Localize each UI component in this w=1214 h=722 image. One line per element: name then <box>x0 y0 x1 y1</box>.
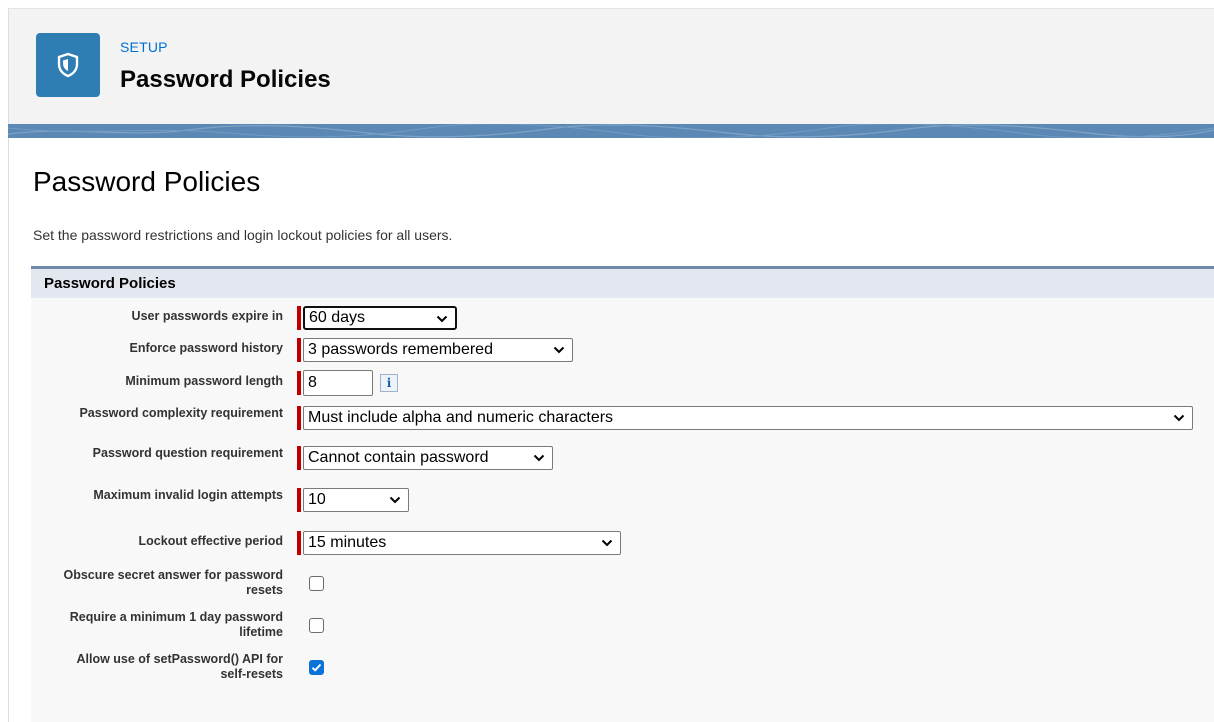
content-card: Password Policies Set the password restr… <box>8 138 1214 722</box>
chevron-down-icon <box>533 454 545 462</box>
setup-eyebrow[interactable]: SETUP <box>120 39 168 55</box>
select-value: 15 minutes <box>308 534 387 551</box>
select-value: Must include alpha and numeric character… <box>308 409 614 426</box>
field-label: Minimum password length <box>125 374 283 388</box>
field-label: Require a minimum 1 day password lifetim… <box>69 610 283 639</box>
required-marker <box>297 371 301 395</box>
header-title: Password Policies <box>120 66 331 93</box>
info-icon[interactable]: i <box>380 374 398 392</box>
field-label: Lockout effective period <box>138 534 283 548</box>
field-label: User passwords expire in <box>131 309 283 323</box>
select-value: Cannot contain password <box>308 449 489 466</box>
expire-select[interactable]: 60 days <box>303 306 457 330</box>
required-marker <box>297 338 301 362</box>
chevron-down-icon <box>601 539 613 547</box>
field-label: Obscure secret answer for password reset… <box>63 568 283 597</box>
field-label: Password complexity requirement <box>79 406 283 420</box>
chevron-down-icon <box>553 346 565 354</box>
chevron-down-icon <box>436 315 448 323</box>
max-invalid-select[interactable]: 10 <box>303 488 409 512</box>
chevron-down-icon <box>1173 414 1185 422</box>
field-label: Maximum invalid login attempts <box>93 488 283 502</box>
select-value: 3 passwords remembered <box>308 341 493 358</box>
question-select[interactable]: Cannot contain password <box>303 446 553 470</box>
required-marker <box>297 446 301 470</box>
field-label: Enforce password history <box>129 341 283 355</box>
required-marker <box>297 306 301 330</box>
shield-icon <box>36 33 100 97</box>
setup-header: SETUP Password Policies <box>8 8 1214 125</box>
lockout-select[interactable]: 15 minutes <box>303 531 621 555</box>
password-policies-form: User passwords expire in 60 days Enforce… <box>31 298 1214 722</box>
min-length-input[interactable] <box>303 370 373 396</box>
page-title: Password Policies <box>33 166 261 197</box>
chevron-down-icon <box>389 496 401 504</box>
field-label: Allow use of setPassword() API for self-… <box>76 652 283 681</box>
required-marker <box>297 488 301 512</box>
required-marker <box>297 406 301 430</box>
select-value: 60 days <box>309 309 366 326</box>
section-header: Password Policies <box>31 266 1214 298</box>
set-password-api-checkbox[interactable] <box>309 660 324 675</box>
field-label: Password question requirement <box>92 446 283 460</box>
min-lifetime-checkbox[interactable] <box>309 618 324 633</box>
checkmark-icon <box>311 663 322 672</box>
obscure-checkbox[interactable] <box>309 576 324 591</box>
page-description: Set the password restrictions and login … <box>33 227 453 243</box>
complexity-select[interactable]: Must include alpha and numeric character… <box>303 406 1193 430</box>
required-marker <box>297 531 301 555</box>
history-select[interactable]: 3 passwords remembered <box>303 338 573 362</box>
select-value: 10 <box>308 491 326 508</box>
section-title: Password Policies <box>44 275 176 292</box>
decorative-banner <box>8 124 1214 138</box>
